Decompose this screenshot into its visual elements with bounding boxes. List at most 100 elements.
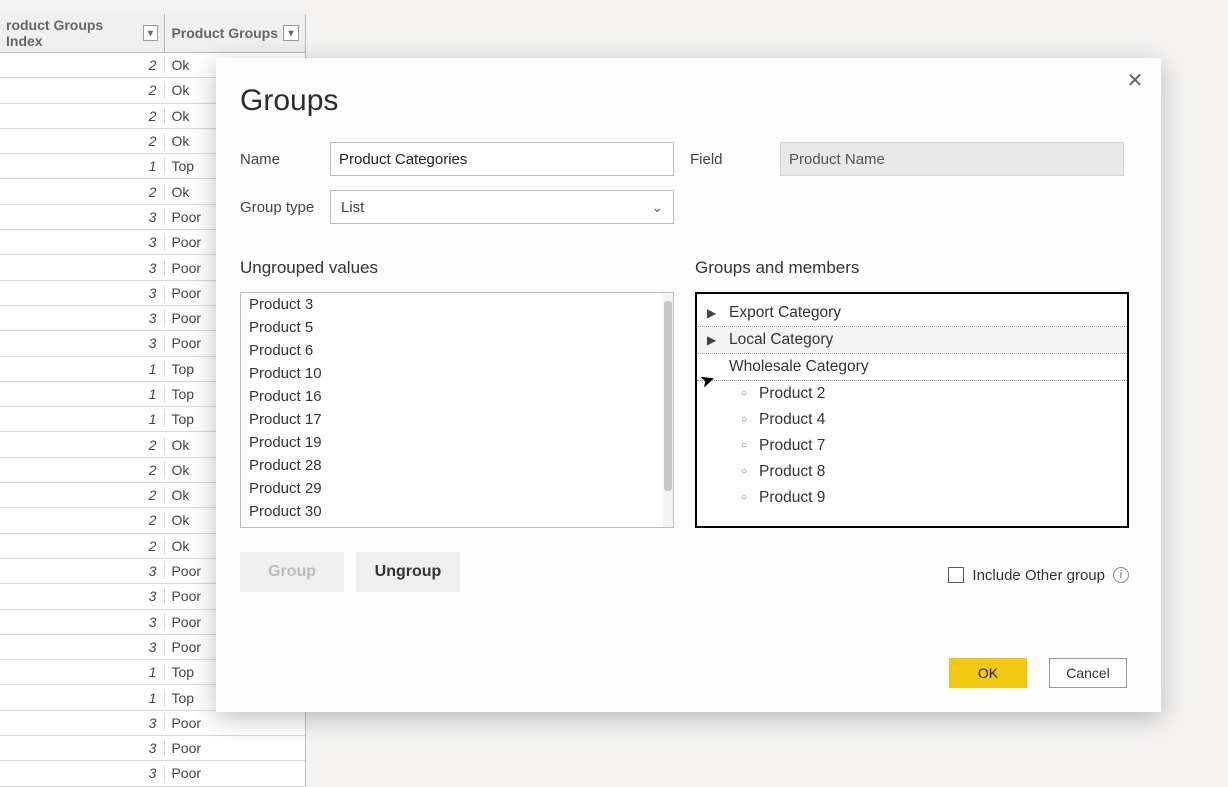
ungrouped-listbox[interactable]: Product 3Product 5Product 6Product 10Pro…	[240, 292, 674, 528]
group-name: Local Category	[729, 331, 833, 349]
group-button[interactable]: Group	[240, 552, 344, 592]
group-member[interactable]: ○ Product 9	[697, 485, 1127, 511]
close-button[interactable]: ✕	[1123, 68, 1147, 92]
cell-index: 3	[0, 715, 165, 731]
cell-index: 1	[0, 386, 165, 402]
cell-index: 3	[0, 285, 165, 301]
cell-index: 2	[0, 538, 165, 554]
cell-index: 3	[0, 260, 165, 276]
field-input	[780, 142, 1124, 176]
name-input[interactable]	[330, 142, 674, 176]
list-item[interactable]: Product 17	[241, 408, 673, 431]
groups-header: Groups and members	[695, 258, 1129, 278]
column-header-groups[interactable]: Product Groups ▾	[165, 14, 305, 52]
member-name: Product 7	[759, 437, 825, 455]
group-category[interactable]: Wholesale Category	[697, 354, 1127, 381]
table-row[interactable]: 3Poor	[0, 711, 305, 736]
member-name: Product 2	[759, 385, 825, 403]
list-item[interactable]: Product 3	[241, 293, 673, 316]
list-item[interactable]: Product 6	[241, 339, 673, 362]
grouptype-value: List	[341, 199, 364, 216]
groups-dialog: ✕ Groups Name Field Group type List ⌄ Un…	[216, 58, 1161, 712]
group-name: Wholesale Category	[729, 358, 869, 376]
list-item[interactable]: Product 16	[241, 385, 673, 408]
group-member[interactable]: ○ Product 7	[697, 433, 1127, 459]
group-name: Export Category	[729, 304, 841, 322]
member-name: Product 4	[759, 411, 825, 429]
cell-group: Poor	[165, 715, 305, 731]
groups-listbox[interactable]: ▶ Export Category ▶ Local Category Wholesale…	[695, 292, 1129, 528]
list-item[interactable]: Product 28	[241, 454, 673, 477]
group-member[interactable]: ○ Product 2	[697, 381, 1127, 407]
ungroup-button[interactable]: Ungroup	[356, 552, 460, 592]
close-icon: ✕	[1127, 68, 1144, 93]
scrollbar-thumb[interactable]	[664, 301, 672, 491]
bullet-icon: ○	[741, 467, 747, 477]
list-item[interactable]: Product 19	[241, 431, 673, 454]
bullet-icon: ○	[741, 441, 747, 451]
grouptype-label: Group type	[240, 199, 330, 216]
name-row: Name Field	[240, 142, 1129, 176]
list-item[interactable]: Product 10	[241, 362, 673, 385]
caret-right-icon: ▶	[707, 306, 719, 320]
cell-index: 3	[0, 614, 165, 630]
list-item[interactable]: Product 30	[241, 500, 673, 523]
info-icon[interactable]: i	[1113, 567, 1129, 583]
bullet-icon: ○	[741, 415, 747, 425]
groups-column: Groups and members ▶ Export Category ▶ Loca…	[695, 258, 1129, 528]
table-row[interactable]: 3Poor	[0, 736, 305, 761]
cell-index: 2	[0, 57, 165, 73]
table-header-row: roduct Groups Index ▾ Product Groups ▾	[0, 14, 305, 53]
group-member[interactable]: ○ Product 8	[697, 459, 1127, 485]
grouptype-row: Group type List ⌄	[240, 190, 1129, 224]
cell-index: 1	[0, 411, 165, 427]
cell-index: 2	[0, 133, 165, 149]
table-row[interactable]: 3Poor	[0, 761, 305, 786]
include-other-row: Include Other group i	[948, 558, 1129, 592]
include-other-checkbox[interactable]	[948, 567, 964, 583]
cell-index: 3	[0, 310, 165, 326]
column-header-index[interactable]: roduct Groups Index ▾	[0, 14, 165, 52]
cell-index: 2	[0, 512, 165, 528]
cell-index: 3	[0, 209, 165, 225]
column-filter-dropdown-icon[interactable]: ▾	[283, 25, 299, 41]
group-member[interactable]: ○ Product 4	[697, 407, 1127, 433]
cell-index: 1	[0, 664, 165, 680]
scrollbar-track[interactable]	[663, 293, 673, 527]
group-category[interactable]: ▶ Export Category	[697, 300, 1127, 327]
list-item[interactable]: Product 29	[241, 477, 673, 500]
cell-index: 3	[0, 639, 165, 655]
cell-index: 2	[0, 82, 165, 98]
cell-index: 3	[0, 588, 165, 604]
column-header-label: roduct Groups Index	[6, 17, 143, 49]
cell-index: 2	[0, 108, 165, 124]
grouptype-select[interactable]: List ⌄	[330, 190, 674, 224]
column-filter-dropdown-icon[interactable]: ▾	[143, 25, 159, 41]
bullet-icon: ○	[741, 493, 747, 503]
member-name: Product 9	[759, 489, 825, 507]
cell-group: Poor	[165, 740, 305, 756]
caret-right-icon: ▶	[707, 333, 719, 347]
cell-index: 2	[0, 184, 165, 200]
ok-button[interactable]: OK	[949, 658, 1027, 688]
cell-index: 1	[0, 158, 165, 174]
name-label: Name	[240, 151, 330, 168]
member-name: Product 8	[759, 463, 825, 481]
cell-index: 3	[0, 335, 165, 351]
list-item[interactable]: Product 5	[241, 316, 673, 339]
cell-index: 3	[0, 740, 165, 756]
cancel-button[interactable]: Cancel	[1049, 658, 1127, 688]
column-header-label: Product Groups	[171, 25, 278, 41]
cell-index: 2	[0, 487, 165, 503]
ungrouped-header: Ungrouped values	[240, 258, 674, 278]
cell-index: 2	[0, 462, 165, 478]
cell-index: 1	[0, 361, 165, 377]
group-category[interactable]: ▶ Local Category	[697, 327, 1127, 354]
chevron-down-icon: ⌄	[651, 199, 663, 216]
bullet-icon: ○	[741, 389, 747, 399]
cell-index: 3	[0, 234, 165, 250]
include-other-label: Include Other group	[972, 567, 1105, 584]
cell-index: 1	[0, 690, 165, 706]
field-label: Field	[690, 151, 780, 168]
dialog-title: Groups	[240, 84, 1129, 118]
